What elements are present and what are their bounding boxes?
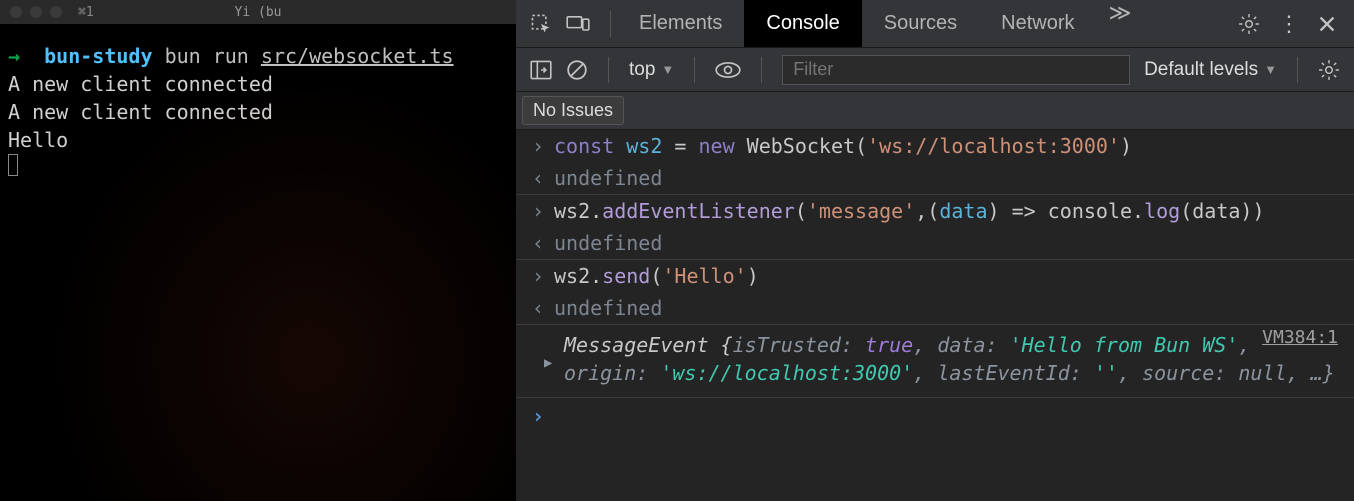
tab-elements[interactable]: Elements [617,0,744,47]
console-result-line: ‹ undefined [516,162,1354,195]
command-arg: src/websocket.ts [261,44,454,68]
close-devtools-icon[interactable] [1318,15,1336,33]
tab-network[interactable]: Network [979,0,1096,47]
tab-sources[interactable]: Sources [862,0,979,47]
console-input-line: › ws2.send('Hello') [516,260,1354,292]
levels-label: Default levels [1144,59,1258,81]
console-result-line: ‹ undefined [516,292,1354,325]
undefined-result: undefined [554,166,662,190]
minimize-window-dot[interactable] [30,6,42,18]
issues-badge[interactable]: No Issues [522,96,624,125]
console-toolbar: top ▼ Default levels ▼ [516,48,1354,92]
separator [1297,57,1298,83]
clear-console-icon[interactable] [566,59,588,81]
filter-input[interactable] [782,55,1130,85]
terminal-title: Yi (bu [235,5,282,20]
log-levels-selector[interactable]: Default levels ▼ [1144,59,1277,81]
terminal-output-line: A new client connected [8,70,508,98]
input-chevron-icon: › [532,199,544,223]
terminal-tab-shortcut: ⌘1 [78,5,94,20]
traffic-lights[interactable] [10,6,62,18]
context-selector[interactable]: top ▼ [629,59,674,81]
cursor-icon [8,154,18,176]
code: ws2.addEventListener('message',(data) =>… [554,199,1265,223]
prompt-line: → bun-study bun run src/websocket.ts [8,42,508,70]
separator [761,57,762,83]
code: ws2.send('Hello') [554,264,759,288]
chevron-down-icon: ▼ [1264,62,1277,77]
terminal-pane: ⌘1 Yi (bu → bun-study bun run src/websoc… [0,0,516,501]
console-output: › const ws2 = new WebSocket('ws://localh… [516,130,1354,501]
kebab-menu-icon[interactable]: ⋮ [1278,13,1300,35]
terminal-titlebar: ⌘1 Yi (bu [0,0,516,24]
tab-console[interactable]: Console [744,0,861,47]
undefined-result: undefined [554,231,662,255]
prompt-arrow-icon: → [8,44,20,68]
devtools-tabs: Elements Console Sources Network ≫ [617,0,1144,47]
live-expression-icon[interactable] [715,61,741,79]
prompt-chevron-icon: › [532,404,544,428]
console-input-line: › const ws2 = new WebSocket('ws://localh… [516,130,1354,162]
undefined-result: undefined [554,296,662,320]
code: const ws2 = new WebSocket('ws://localhos… [554,134,1132,158]
devtools-tabbar: Elements Console Sources Network ≫ ⋮ [516,0,1354,48]
devtools-pane: Elements Console Sources Network ≫ ⋮ top… [516,0,1354,501]
context-label: top [629,59,655,81]
source-link[interactable]: VM384:1 [1262,327,1338,348]
console-result-line: ‹ undefined [516,227,1354,260]
command-main: bun run [165,44,249,68]
terminal-body[interactable]: → bun-study bun run src/websocket.ts A n… [0,24,516,201]
settings-icon[interactable] [1238,13,1260,35]
device-toolbar-icon[interactable] [566,13,590,35]
terminal-output-line: Hello [8,126,508,154]
console-settings-icon[interactable] [1318,59,1340,81]
expand-triangle-icon[interactable]: ▶ [544,355,552,371]
console-log-object[interactable]: VM384:1 ▶ MessageEvent {isTrusted: true,… [516,325,1354,398]
input-chevron-icon: › [532,134,544,158]
console-prompt[interactable]: › [516,398,1354,434]
console-input-line: › ws2.addEventListener('message',(data) … [516,195,1354,227]
chevron-down-icon: ▼ [661,62,674,77]
tabs-overflow-icon[interactable]: ≫ [1097,0,1144,47]
terminal-cursor-line [8,154,508,183]
terminal-output-line: A new client connected [8,98,508,126]
inspect-element-icon[interactable] [530,13,552,35]
output-chevron-icon: ‹ [532,296,544,320]
object-preview: MessageEvent {isTrusted: true, data: 'He… [564,331,1338,387]
close-window-dot[interactable] [10,6,22,18]
output-chevron-icon: ‹ [532,231,544,255]
zoom-window-dot[interactable] [50,6,62,18]
output-chevron-icon: ‹ [532,166,544,190]
separator [694,57,695,83]
prompt-folder: bun-study [44,44,152,68]
input-chevron-icon: › [532,264,544,288]
issues-row: No Issues [516,92,1354,130]
separator [610,11,611,37]
separator [608,57,609,83]
toggle-sidebar-icon[interactable] [530,60,552,80]
